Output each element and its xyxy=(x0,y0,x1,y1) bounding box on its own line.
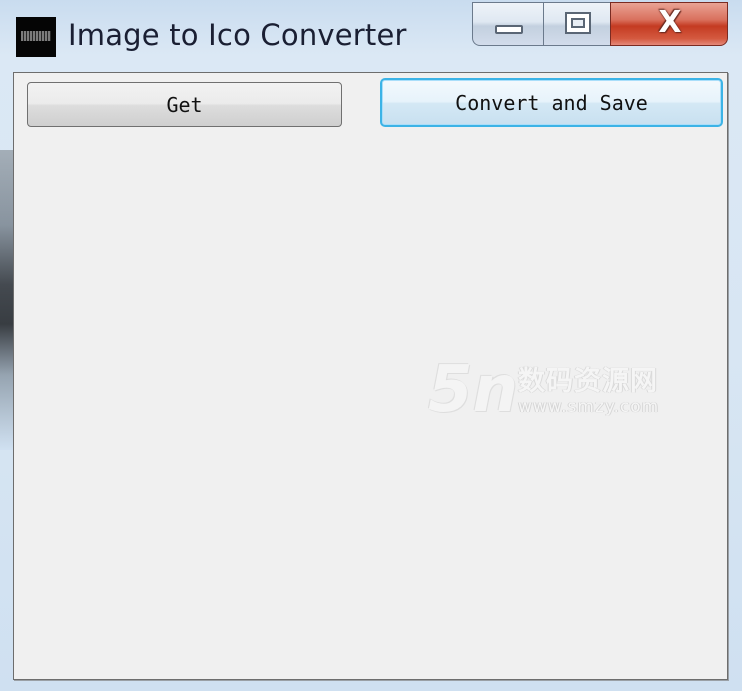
minimize-button[interactable] xyxy=(472,2,543,46)
watermark: 5n 数码资源网 www.smzy.com xyxy=(414,353,674,433)
maximize-icon xyxy=(565,12,591,34)
background-shadow xyxy=(0,150,14,450)
client-area: Get Convert and Save 5n 数码资源网 www.smzy.c… xyxy=(13,72,728,680)
close-button[interactable]: X xyxy=(610,2,728,46)
window-title: Image to Ico Converter xyxy=(68,18,407,52)
app-logo-icon[interactable] xyxy=(16,17,56,57)
close-icon: X xyxy=(658,5,682,40)
maximize-button[interactable] xyxy=(543,2,610,46)
watermark-url: www.smzy.com xyxy=(518,397,660,417)
convert-and-save-button[interactable]: Convert and Save xyxy=(380,78,723,127)
app-window: Image to Ico Converter X Get Convert and… xyxy=(0,0,742,691)
caption-buttons: X xyxy=(472,2,728,47)
minimize-icon xyxy=(495,25,523,34)
watermark-site-name: 数码资源网 xyxy=(518,366,658,397)
app-logo-text xyxy=(21,31,51,41)
watermark-logo: 5n xyxy=(428,353,519,427)
get-button[interactable]: Get xyxy=(27,82,342,127)
title-bar[interactable]: Image to Ico Converter X xyxy=(0,0,742,70)
